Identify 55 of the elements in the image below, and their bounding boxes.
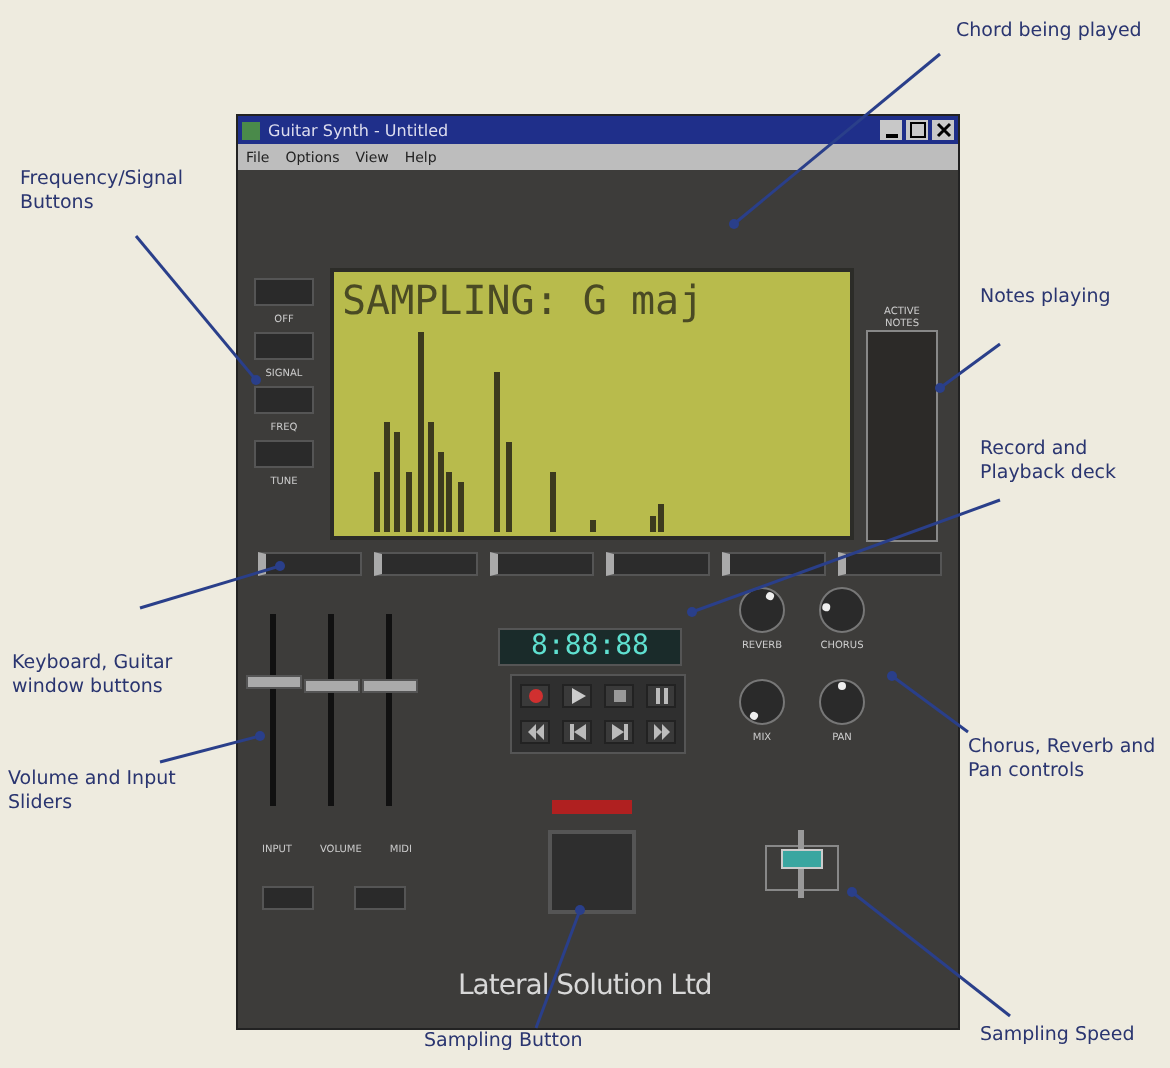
window-button[interactable]	[838, 552, 942, 576]
window-button[interactable]	[722, 552, 826, 576]
leader-line	[935, 342, 1001, 393]
record-button[interactable]	[520, 684, 550, 708]
forward-icon	[611, 724, 627, 740]
rotary-knob[interactable]	[818, 586, 866, 634]
minimize-button[interactable]	[880, 120, 902, 140]
fader-thumb[interactable]	[304, 679, 360, 694]
rotary-knob[interactable]	[738, 678, 786, 726]
fader-thumb[interactable]	[362, 678, 418, 693]
time-counter: 8:88:88	[498, 628, 682, 666]
callout-label: Keyboard, Guitar window buttons	[12, 652, 175, 700]
rewind-button[interactable]	[520, 720, 550, 744]
maximize-button[interactable]	[906, 120, 928, 140]
end-button[interactable]	[646, 720, 676, 744]
pause-icon	[653, 688, 669, 704]
callout-label: Sampling Button	[424, 1030, 585, 1054]
pause-button[interactable]	[646, 684, 676, 708]
play-button[interactable]	[562, 684, 592, 708]
window-button[interactable]	[258, 552, 362, 576]
fader-thumb[interactable]	[246, 674, 302, 689]
close-icon	[935, 122, 951, 138]
callout-label: Sampling Speed	[980, 1024, 1137, 1048]
callout-label: Volume and Input Sliders	[8, 768, 178, 816]
rewind-icon	[527, 724, 543, 740]
window-title: Guitar Synth - Untitled	[268, 121, 451, 139]
toggle-button[interactable]	[262, 886, 314, 910]
callout-label: Record and Playback deck	[980, 438, 1119, 486]
back-icon	[569, 724, 585, 740]
play-icon	[569, 688, 585, 704]
window-button[interactable]	[606, 552, 710, 576]
back-button[interactable]	[562, 720, 592, 744]
rotary-knob[interactable]	[738, 586, 786, 634]
leader-line	[887, 671, 969, 734]
window-button[interactable]	[374, 552, 478, 576]
display-text: SAMPLING: G maj	[342, 276, 704, 324]
company-name: Lateral Solution Ltd	[458, 970, 712, 1002]
callout-label: Chord being played	[956, 20, 1144, 44]
callout-label: Notes playing	[980, 286, 1113, 310]
maximize-icon	[909, 122, 925, 138]
rotary-knob[interactable]	[818, 678, 866, 726]
end-icon	[653, 724, 669, 740]
stop-icon	[611, 688, 627, 704]
leader-line	[159, 731, 265, 764]
speed-slider-drawing[interactable]	[762, 830, 842, 898]
toggle-button[interactable]	[354, 886, 406, 910]
forward-button[interactable]	[604, 720, 634, 744]
window-button[interactable]	[490, 552, 594, 576]
app-icon	[242, 121, 260, 139]
record-icon	[527, 688, 543, 704]
close-button[interactable]	[932, 120, 954, 140]
callout-label: Frequency/Signal Buttons	[20, 168, 185, 216]
callout-label: Chorus, Reverb and Pan controls	[968, 736, 1158, 784]
stop-button[interactable]	[604, 684, 634, 708]
indicator-light	[552, 800, 632, 814]
